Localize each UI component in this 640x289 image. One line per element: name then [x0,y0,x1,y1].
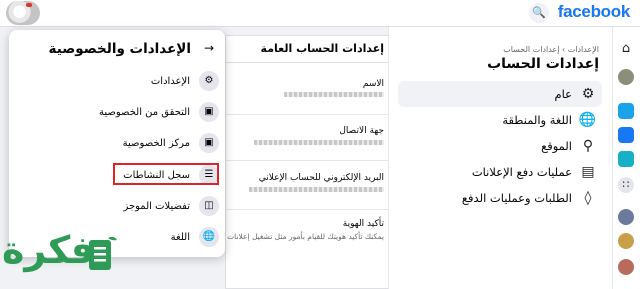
nav-item-label: عام [554,87,573,101]
document-icon [89,236,117,270]
back-arrow-icon[interactable]: → [204,41,214,55]
panel-item-privacy-checkup[interactable]: ▣ التحقق من الخصوصية [15,98,219,126]
breadcrumb[interactable]: الإعدادات › إعدادات الحساب [503,45,599,54]
highlight-annotation [113,163,219,185]
field-value-contact [254,140,384,145]
nav-item-orders-payments[interactable]: ◊ الطلبات وعمليات الدفع [398,185,602,211]
field-value-ad-email [249,187,384,192]
account-avatar[interactable] [6,1,40,25]
menu-grid-icon[interactable]: ∷ [618,177,634,193]
globe-icon: 🌐 [578,112,596,128]
watermark-logo: فكرة [2,228,130,288]
divider [226,114,388,115]
globe-icon: 🌐 [199,227,219,247]
panel-item-label: التحقق من الخصوصية [98,106,190,118]
panel-title: الإعدادات والخصوصية [48,41,191,57]
panel-item-label: تفضيلات الموجز [123,200,190,212]
nav-item-label: عمليات دفع الإعلانات [471,165,572,179]
panel-item-privacy-center[interactable]: ▣ مركز الخصوصية [15,129,219,157]
panel-item-label: اللغة [170,231,190,243]
feed-icon: ◫ [199,196,219,216]
field-value-name [284,92,384,97]
credit-card-icon: ▤ [581,164,595,180]
divider [226,209,388,210]
panel-item-feed-preferences[interactable]: ◫ تفضيلات الموجز [15,192,219,220]
nav-item-location[interactable]: ⚲ الموقع [398,133,602,159]
panel-item-label: مركز الخصوصية [122,137,190,149]
gear-icon: ⚙ [581,86,595,102]
lock-icon: ▣ [199,102,219,122]
top-bar: 🔍 facebook [0,0,640,27]
nav-item-label: اللغة والمنطقة [502,113,572,127]
watch-icon[interactable] [618,103,634,119]
shortcut-avatar[interactable] [618,259,634,275]
field-label-name: الاسم [362,79,384,89]
shortcuts-rail: ⌂ ∷ [612,27,640,289]
gear-icon: ⚙ [199,71,219,91]
panel-item-label: الإعدادات [150,75,190,87]
nav-item-general[interactable]: ⚙ عام [398,81,602,107]
panel-item-settings[interactable]: ⚙ الإعدادات [15,67,219,95]
divider [226,62,388,63]
watermark-text: فكرة [2,228,96,272]
nav-item-ad-payments[interactable]: ▤ عمليات دفع الإعلانات [398,159,602,185]
location-icon: ⚲ [582,138,594,154]
field-label-contact: جهة الاتصال [339,126,384,136]
nav-item-language-region[interactable]: 🌐 اللغة والمنطقة [398,107,602,133]
nav-item-label: الموقع [541,139,572,153]
field-label-identity: تأكيد الهوية [342,219,384,229]
nav-item-label: الطلبات وعمليات الدفع [461,191,572,205]
search-icon: 🔍 [532,6,546,19]
groups-icon[interactable] [618,151,634,167]
search-button[interactable]: 🔍 [529,3,549,23]
home-icon[interactable]: ⌂ [618,41,634,57]
tag-icon: ◊ [584,190,592,206]
lock-icon: ▣ [199,133,219,153]
marketplace-icon[interactable] [618,127,634,143]
general-settings-content: إعدادات الحساب العامة الاسم جهة الاتصال … [225,35,388,289]
account-settings-nav: الإعدادات › إعدادات الحساب إعدادات الحسا… [388,27,612,289]
field-note-identity: يمكنك تأكيد هويتك للقيام بأمور مثل تشغيل… [227,232,384,241]
divider [226,160,388,161]
settings-privacy-panel: → الإعدادات والخصوصية ⚙ الإعدادات ▣ التح… [9,30,225,257]
facebook-logo[interactable]: facebook [558,2,631,22]
shortcut-avatar[interactable] [618,233,634,249]
shortcut-avatar[interactable] [618,209,634,225]
field-label-ad-email: البريد الإلكتروني للحساب الإعلاني [258,173,384,183]
profile-avatar[interactable] [618,69,634,85]
nav-title: إعدادات الحساب [487,56,599,72]
main-title: إعدادات الحساب العامة [260,42,384,55]
